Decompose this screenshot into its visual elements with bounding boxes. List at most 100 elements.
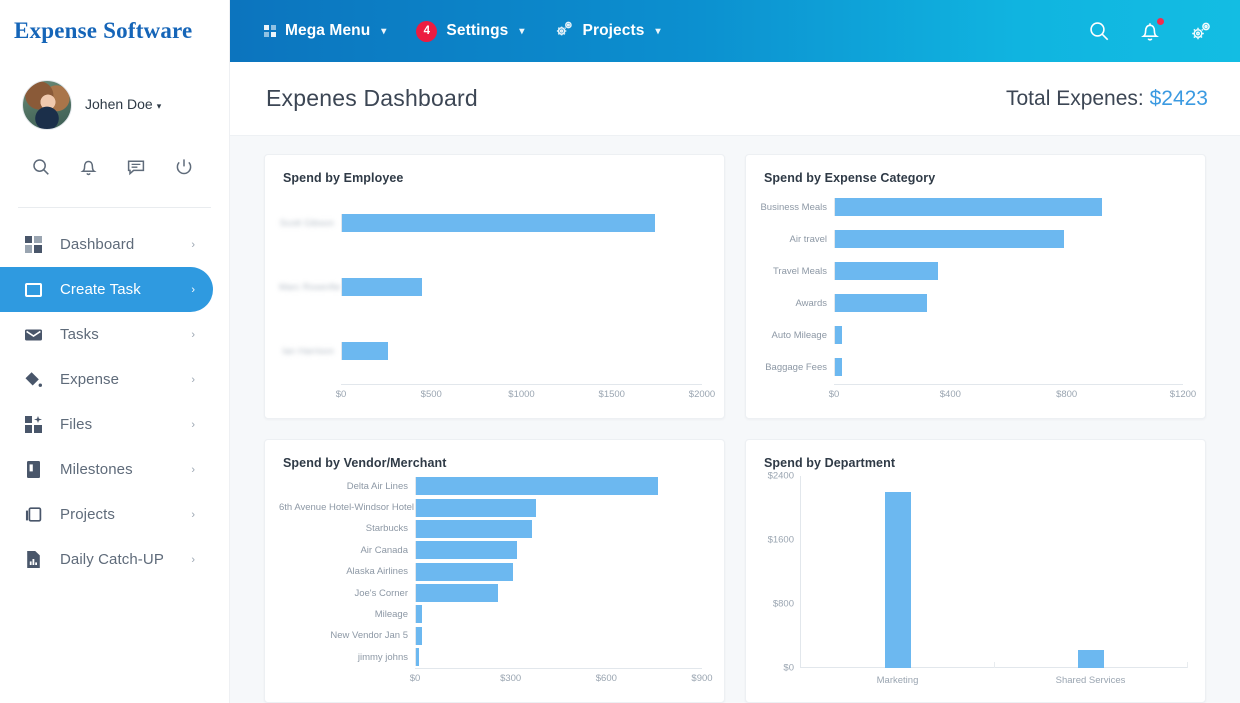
chart-bar[interactable] — [416, 626, 422, 645]
chart-bar[interactable] — [416, 519, 532, 538]
nav-item-settings[interactable]: 4 Settings ▾ — [416, 20, 525, 42]
chart-bar-track — [834, 294, 1187, 313]
chart-category-label: Joe's Corner — [354, 587, 408, 599]
main-content: Expenes Dashboard Total Expenes: $2423 S… — [230, 62, 1240, 703]
nav-item-projects[interactable]: Projects ▾ — [555, 20, 661, 42]
chart-bar-track — [341, 278, 706, 297]
chart-category-label: Alaska Airlines — [346, 566, 408, 578]
files-icon — [24, 415, 43, 434]
chart-bar-row: Starbucks — [279, 519, 706, 538]
chart-category-label: Shared Services — [1055, 675, 1126, 686]
book-icon — [24, 460, 43, 479]
chart-category-label: Air travel — [789, 233, 827, 245]
chart-x-tick-label: $1200 — [1169, 388, 1197, 400]
nav-item-settings-label: Settings — [446, 22, 509, 39]
chart-bar[interactable] — [835, 230, 1064, 249]
chart-bar-row: Baggage Fees — [760, 358, 1187, 377]
sidebar-item-label: Projects — [60, 506, 115, 523]
chart-bar[interactable] — [835, 326, 843, 345]
power-icon[interactable] — [173, 156, 195, 183]
chart-bar[interactable] — [1077, 649, 1104, 668]
chart-spend-by-vendor-merchant: Delta Air Lines 6th Avenue Hotel-Windsor … — [279, 476, 713, 691]
chart-category-label: Delta Air Lines — [346, 480, 408, 492]
bell-icon[interactable] — [1138, 17, 1164, 44]
chart-bar[interactable] — [342, 278, 423, 297]
chart-bar-row: Joe's Corner — [279, 584, 706, 603]
chart-x-tick-label: $600 — [595, 673, 617, 684]
total-expenses-value: $2423 — [1149, 86, 1208, 110]
page-title: Expenes Dashboard — [266, 85, 478, 111]
chart-x-axis: $0 $500 $1000 $1500 $2000 — [279, 383, 715, 406]
chart-category-label: jimmy johns — [357, 651, 408, 663]
notification-alert-dot — [1157, 17, 1164, 25]
gear-icon[interactable] — [1188, 19, 1214, 43]
chart-bar-track — [415, 648, 706, 667]
nav-item-projects-label: Projects — [582, 22, 645, 39]
chart-bar-track — [834, 326, 1187, 345]
chart-bar[interactable] — [416, 584, 499, 603]
card-spend-by-expense-category: Spend by Expense Category Business Meals… — [745, 154, 1206, 419]
chart-bar[interactable] — [416, 562, 513, 581]
chart-bar-track — [415, 498, 706, 517]
sidebar-item-create-task[interactable]: Create Task › — [0, 267, 213, 312]
sidebar-item-expense[interactable]: Expense › — [0, 357, 213, 402]
chart-bar-row: Alaska Airlines — [279, 562, 706, 581]
sidebar-item-dashboard[interactable]: Dashboard › — [0, 222, 213, 267]
navbar-action-icons — [1087, 17, 1222, 44]
chevron-down-icon: ▾ — [519, 25, 525, 37]
chart-bars: Delta Air Lines 6th Avenue Hotel-Windsor … — [279, 476, 706, 669]
sidebar-item-projects[interactable]: Projects › — [0, 492, 213, 537]
chart-bar[interactable] — [416, 541, 517, 560]
sidebar-item-label: Create Task — [60, 281, 141, 298]
chart-bar-track — [415, 541, 706, 560]
chart-bar-row: Marc Rosenfield — [279, 278, 706, 297]
sidebar-item-label: Files — [60, 416, 93, 433]
chart-title: Spend by Employee — [283, 171, 404, 185]
chart-bar[interactable] — [342, 342, 389, 361]
sidebar-item-milestones[interactable]: Milestones › — [0, 447, 213, 492]
brand-title: Expense Software — [14, 18, 193, 43]
chart-category-label: Baggage Fees — [765, 361, 827, 373]
chart-bar[interactable] — [416, 605, 423, 624]
chart-axis-tick — [1187, 662, 1188, 668]
chart-bar[interactable] — [342, 214, 656, 233]
search-icon[interactable] — [1087, 19, 1112, 44]
chevron-right-icon: › — [191, 463, 195, 476]
chart-bar[interactable] — [835, 358, 843, 377]
chart-bar-track — [834, 198, 1187, 217]
bell-icon[interactable] — [78, 156, 99, 183]
chart-bar-track — [415, 519, 706, 538]
chart-bar[interactable] — [416, 477, 658, 496]
profile-block[interactable]: Johen Doe ▾ — [0, 80, 229, 130]
chart-bar[interactable] — [416, 498, 536, 517]
chevron-right-icon: › — [191, 373, 195, 386]
search-icon[interactable] — [30, 156, 52, 183]
sidebar-quick-icons — [0, 130, 229, 183]
chat-icon[interactable] — [125, 156, 147, 183]
profile-name-wrap[interactable]: Johen Doe ▾ — [85, 96, 161, 114]
chart-bars — [801, 476, 1187, 668]
chevron-right-icon: › — [191, 238, 195, 251]
chart-y-axis: $0 $800 $1600 $2400 — [760, 470, 800, 691]
chart-bar-row: Air Canada — [279, 541, 706, 560]
sidebar-item-daily-catch-up[interactable]: Daily Catch-UP › — [0, 537, 213, 582]
chart-bar[interactable] — [416, 648, 420, 667]
chart-bar[interactable] — [835, 294, 927, 313]
sidebar-item-files[interactable]: Files › — [0, 402, 213, 447]
chart-bar-track — [341, 214, 706, 233]
chart-bar[interactable] — [835, 262, 939, 281]
avatar — [22, 80, 72, 130]
chart-bar[interactable] — [835, 198, 1102, 217]
chart-category-label: Marketing — [876, 675, 919, 686]
chart-bar-track — [415, 605, 706, 624]
chart-category-label: Travel Meals — [772, 265, 827, 277]
chart-category-label: Starbucks — [365, 523, 408, 535]
chart-category-label: Marc Rosenfield — [279, 281, 341, 293]
chart-bar[interactable] — [884, 491, 911, 668]
envelope-icon — [24, 325, 43, 344]
sidebar-item-tasks[interactable]: Tasks › — [0, 312, 213, 357]
chart-bar-row: Travel Meals — [760, 262, 1187, 281]
card-spend-by-vendor-merchant: Spend by Vendor/Merchant Delta Air Lines… — [264, 438, 725, 703]
nav-item-mega-menu[interactable]: Mega Menu ▾ — [264, 22, 386, 40]
chart-y-tick-label: $800 — [772, 598, 794, 610]
